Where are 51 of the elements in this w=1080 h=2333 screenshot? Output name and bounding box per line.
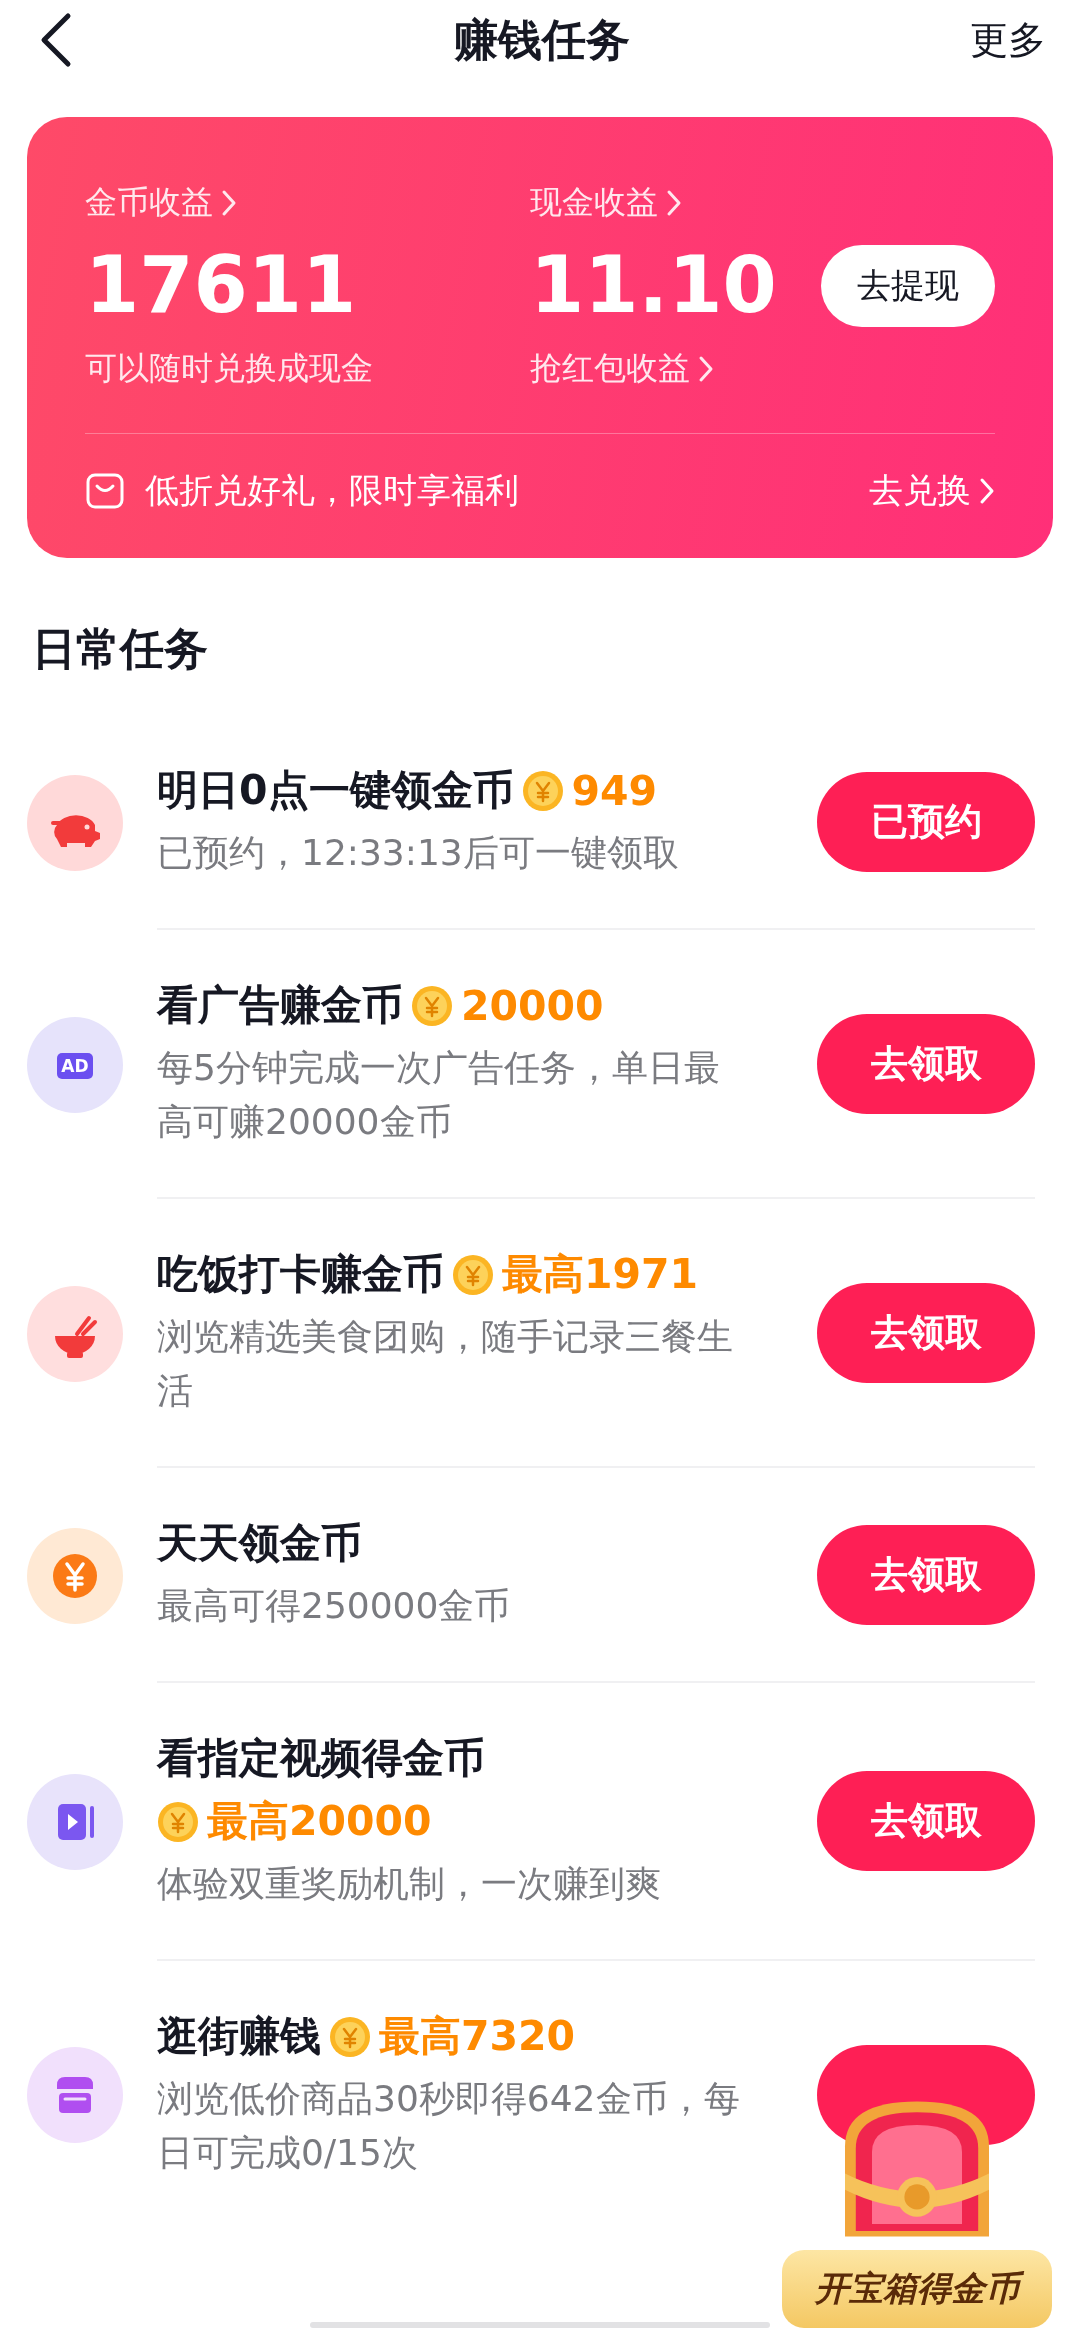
task-title: 看广告赚金币: [157, 980, 403, 1031]
ad-icon: AD: [27, 1016, 123, 1113]
earnings-amount: 11.10: [530, 245, 777, 327]
earnings-note: 可以随时兑换成现金: [85, 347, 374, 389]
task-title: 看指定视频得金币: [157, 1733, 485, 1784]
claim-button[interactable]: 去领取: [817, 1013, 1035, 1114]
video-icon: [27, 1774, 123, 1870]
task-title: 明日0点一键领金币: [157, 765, 514, 816]
coin-icon: [452, 1253, 494, 1296]
coin-icon: [411, 984, 453, 1027]
piggy-bank-icon: [27, 774, 123, 871]
yen-icon: [27, 1527, 123, 1624]
task-description: 已预约，12:33:13后可一键领取: [157, 831, 680, 875]
section-title: 日常任务: [32, 622, 209, 676]
chevron-icon: [979, 477, 995, 505]
reward-amount: 最高20000: [207, 1796, 432, 1847]
coin-icon: [329, 2015, 371, 2058]
task-description: 体验双重奖励机制，一次赚到爽: [157, 1862, 662, 1906]
task-description: 最高可得250000金币: [157, 1584, 512, 1628]
task-title: 吃饭打卡赚金币: [157, 1249, 444, 1300]
page-title: 赚钱任务: [454, 12, 630, 67]
claim-button[interactable]: 去领取: [817, 1524, 1035, 1625]
claim-button[interactable]: 已预约: [817, 771, 1035, 872]
task-description: 浏览低价商品30秒即得642金币，每日可完成0/15次: [157, 2077, 741, 2175]
reward-amount: 最高1971: [502, 1249, 699, 1300]
claim-button[interactable]: 去领取: [817, 1771, 1035, 1871]
coin-icon: [157, 1800, 199, 1843]
task-title: 逛街赚钱: [157, 2011, 321, 2062]
chevron-icon: [666, 189, 682, 217]
promo-text: 低折兑好礼，限时享福利: [145, 469, 519, 512]
reward-amount: 20000: [461, 981, 604, 1030]
earnings-link[interactable]: 抢红包收益: [530, 347, 995, 391]
exchange-link[interactable]: 去兑换: [869, 468, 995, 514]
bag-icon: [85, 471, 125, 511]
withdraw-button[interactable]: 去提现: [821, 245, 995, 327]
chevron-icon: [698, 355, 714, 383]
earnings-amount: 17611: [85, 245, 357, 327]
task-description: 浏览精选美食团购，随手记录三餐生活: [157, 1315, 734, 1413]
bowl-icon: [27, 1285, 123, 1382]
earnings-link[interactable]: 现金收益: [530, 181, 995, 225]
coin-icon: [521, 769, 564, 812]
more-link[interactable]: 更多: [970, 14, 1046, 66]
task-description: 每5分钟完成一次广告任务，单日最高可赚20000金币: [157, 1046, 721, 1144]
shop-icon: [27, 2046, 123, 2143]
earnings-link[interactable]: 金币收益: [85, 181, 530, 225]
task-title: 天天领金币: [157, 1518, 362, 1569]
reward-amount: 949: [571, 766, 658, 815]
reward-amount: 最高7320: [379, 2011, 576, 2062]
chevron-icon: [221, 189, 237, 217]
claim-button[interactable]: 去领取: [817, 1282, 1035, 1383]
treasure-chest-banner[interactable]: 开宝箱得金币: [782, 2250, 1052, 2328]
